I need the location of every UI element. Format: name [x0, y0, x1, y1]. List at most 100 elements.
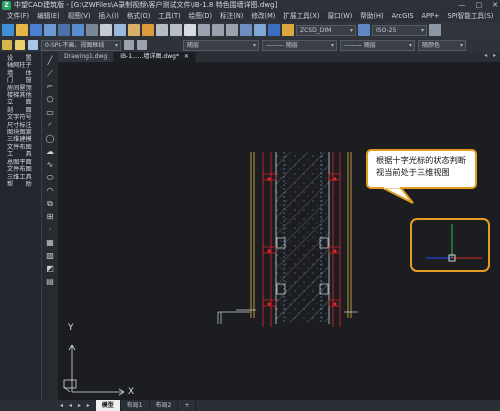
polygon-icon[interactable]: ⬠: [45, 95, 55, 105]
text-style-combo[interactable]: ZCSD_DIM: [296, 24, 356, 36]
table-icon[interactable]: ▤: [45, 277, 55, 287]
panel-item-3d-model[interactable]: 三维建模: [7, 136, 41, 143]
menu-extend-tools[interactable]: 扩展工具(X): [279, 11, 323, 22]
layer-previous-icon[interactable]: [28, 40, 38, 50]
plot-style-combo[interactable]: 随颜色: [418, 39, 466, 51]
menu-view[interactable]: 视图(V): [64, 11, 95, 22]
menu-arcgis[interactable]: ArcGIS: [388, 11, 418, 22]
save-as-icon[interactable]: [44, 24, 56, 36]
panel-item-dimension[interactable]: 尺寸标注: [7, 122, 41, 129]
tab-scroll-arrows[interactable]: ◂ ▸: [484, 52, 498, 59]
panel-item-room-roof[interactable]: 房间屋顶: [7, 85, 41, 92]
document-tabs: Drawing1.dwg IB-1......墙详图.dwg* ✕ ◂ ▸: [58, 52, 500, 62]
menu-tools[interactable]: 工具(T): [154, 11, 184, 22]
panel-item-tools[interactable]: 工 具: [7, 151, 41, 158]
circle-icon[interactable]: ◯: [45, 134, 55, 144]
help-icon[interactable]: [268, 24, 280, 36]
menu-insert[interactable]: 插入(I): [94, 11, 122, 22]
make-current-icon[interactable]: [124, 40, 134, 50]
tab-layout2[interactable]: 布局2: [150, 400, 179, 411]
tab-layout1[interactable]: 布局1: [121, 400, 150, 411]
add-layout-button[interactable]: +: [178, 400, 197, 411]
panel-item-axis-column[interactable]: 轴网柱子: [7, 62, 41, 69]
color-combo[interactable]: 随层: [183, 39, 259, 51]
layer-isolate-icon[interactable]: [137, 40, 147, 50]
point-icon[interactable]: ·: [45, 225, 55, 235]
panel-item-help[interactable]: 帮 助: [7, 181, 41, 188]
menu-edit[interactable]: 编辑(E): [33, 11, 64, 22]
make-block-icon[interactable]: ⊞: [45, 212, 55, 222]
construction-line-icon[interactable]: ⟋: [45, 69, 55, 79]
text-style-icon[interactable]: [282, 24, 294, 36]
cut-icon[interactable]: [100, 24, 112, 36]
maximize-icon[interactable]: □: [476, 0, 483, 11]
open-folder-icon[interactable]: [16, 24, 28, 36]
panel-item-door-window[interactable]: 门 窗: [7, 77, 41, 84]
tab-current-drawing-label: IB-1......墙详图.dwg*: [120, 53, 179, 60]
ellipse-icon[interactable]: ⬭: [45, 173, 55, 183]
tab-drawing1[interactable]: Drawing1.dwg: [58, 52, 115, 62]
menu-format[interactable]: 格式(O): [123, 11, 155, 22]
ellipse-arc-icon[interactable]: ◠: [45, 186, 55, 196]
panel-item-site-plan[interactable]: 总图平面: [7, 159, 41, 166]
paste-icon[interactable]: [128, 24, 140, 36]
properties-icon[interactable]: [240, 24, 252, 36]
hatch-icon[interactable]: ▦: [45, 238, 55, 248]
linetype-combo[interactable]: ——— 随层: [262, 39, 337, 51]
layout-tab-nav[interactable]: ◂ ◂ ▸ ▸: [58, 402, 96, 409]
zoom-previous-icon[interactable]: [226, 24, 238, 36]
drawing-canvas[interactable]: Y X 根据十字光标的状态判断视当前处于三维视图: [58, 62, 500, 400]
ucs-x-label: X: [128, 387, 134, 397]
line-icon[interactable]: ╱: [45, 56, 55, 66]
new-file-icon[interactable]: [2, 24, 14, 36]
menu-draw[interactable]: 绘图(D): [185, 11, 216, 22]
pan-icon[interactable]: [184, 24, 196, 36]
layer-combo[interactable]: 0-SPI-不画、视图框线: [41, 39, 121, 51]
lineweight-combo[interactable]: ——— 随层: [340, 39, 415, 51]
minimize-icon[interactable]: —: [459, 0, 466, 11]
rectangle-icon[interactable]: ▭: [45, 108, 55, 118]
design-center-icon[interactable]: [254, 24, 266, 36]
tab-current-drawing[interactable]: IB-1......墙详图.dwg* ✕: [114, 52, 196, 62]
layer-manager-icon[interactable]: [2, 40, 12, 50]
table-style-icon[interactable]: [429, 24, 441, 36]
close-icon[interactable]: ✕: [492, 0, 498, 11]
save-icon[interactable]: [30, 24, 42, 36]
spline-icon[interactable]: ∿: [45, 160, 55, 170]
menu-modify[interactable]: 修改(M): [247, 11, 279, 22]
undo-icon[interactable]: [156, 24, 168, 36]
print-preview-icon[interactable]: [72, 24, 84, 36]
menu-app-plus[interactable]: APP+: [418, 11, 444, 22]
menu-dimension[interactable]: 标注(N): [216, 11, 247, 22]
panel-item-text-symbol[interactable]: 文字符号: [7, 114, 41, 121]
insert-block-icon[interactable]: ⧉: [45, 199, 55, 209]
bottom-left-area: [0, 400, 58, 411]
panel-item-elevation[interactable]: 立 面: [7, 99, 41, 106]
redo-icon[interactable]: [170, 24, 182, 36]
revision-cloud-icon[interactable]: ☁: [45, 147, 55, 157]
dim-style-icon[interactable]: [358, 24, 370, 36]
menu-help[interactable]: 帮助(H): [356, 11, 387, 22]
menu-file[interactable]: 文件(F): [3, 11, 33, 22]
layer-state-icon[interactable]: [15, 40, 25, 50]
gradient-icon[interactable]: ▧: [45, 251, 55, 261]
zoom-window-icon[interactable]: [212, 24, 224, 36]
panel-item-file-layout-2[interactable]: 文件布图: [7, 166, 41, 173]
panel-item-3d-tools[interactable]: 三维工具: [7, 174, 41, 181]
zoom-realtime-icon[interactable]: [198, 24, 210, 36]
menu-spi-tools[interactable]: SPI智能工具(S): [444, 11, 498, 22]
panel-item-file-layout[interactable]: 文件布图: [7, 144, 41, 151]
polyline-icon[interactable]: ⌐: [45, 82, 55, 92]
close-tab-icon[interactable]: ✕: [184, 53, 189, 60]
ucs-y-label: Y: [67, 323, 74, 333]
match-properties-icon[interactable]: [142, 24, 154, 36]
print-icon[interactable]: [58, 24, 70, 36]
wall-section-drawing: [217, 152, 358, 327]
tab-model[interactable]: 模型: [95, 400, 121, 411]
menu-window[interactable]: 窗口(W): [323, 11, 356, 22]
arc-icon[interactable]: ◜: [45, 121, 55, 131]
copy-icon[interactable]: [114, 24, 126, 36]
region-icon[interactable]: ◩: [45, 264, 55, 274]
dim-style-combo[interactable]: ISO-25: [372, 24, 427, 36]
publish-icon[interactable]: [86, 24, 98, 36]
